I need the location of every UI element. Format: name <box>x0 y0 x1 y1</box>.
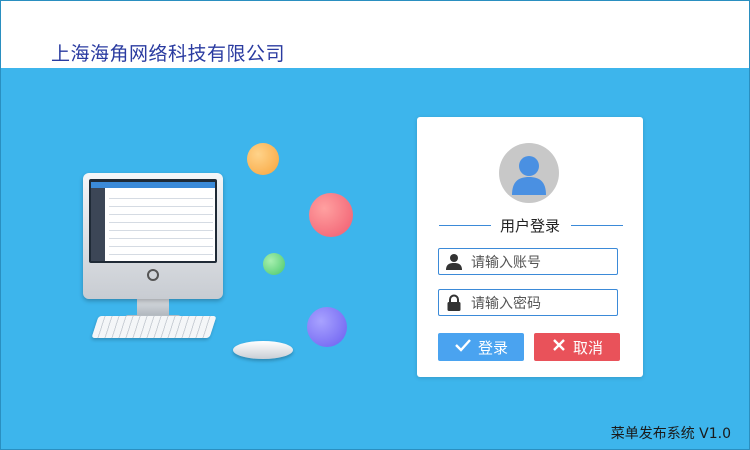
preview-header <box>91 182 215 188</box>
lock-icon <box>445 294 463 312</box>
preview-row <box>109 214 213 215</box>
account-field[interactable] <box>438 248 618 275</box>
preview-row <box>109 206 213 207</box>
company-name: 上海海角网络科技有限公司 <box>51 43 286 65</box>
password-input[interactable] <box>469 292 617 315</box>
computer-illustration <box>81 141 381 371</box>
login-button[interactable]: 登录 <box>438 333 524 361</box>
preview-row <box>109 238 213 239</box>
decorative-green-ball <box>263 253 285 275</box>
preview-row <box>109 230 213 231</box>
decorative-orange-ball <box>247 143 279 175</box>
preview-row <box>109 222 213 223</box>
preview-row <box>109 246 213 247</box>
cancel-button-label: 取消 <box>572 338 603 357</box>
title-divider-right <box>571 225 623 226</box>
monitor-screen <box>89 179 217 263</box>
cancel-button[interactable]: 取消 <box>534 333 620 361</box>
user-avatar-icon <box>499 143 559 203</box>
header-bar: 上海海角网络科技有限公司 <box>1 1 749 68</box>
login-title-row: 用户登录 <box>437 215 623 235</box>
login-button-label: 登录 <box>477 338 508 357</box>
password-field[interactable] <box>438 289 618 316</box>
keyboard <box>91 316 217 338</box>
mouse <box>233 341 293 359</box>
account-input[interactable] <box>469 251 617 274</box>
screen-app-preview <box>91 182 215 261</box>
preview-row <box>109 198 213 199</box>
preview-sidebar <box>91 188 105 261</box>
monitor <box>83 173 223 299</box>
login-panel: 用户登录 请输入账号 登录 取消 <box>417 117 643 377</box>
user-icon <box>445 253 463 271</box>
version-label: 菜单发布系统 V1.0 <box>610 426 731 442</box>
check-icon <box>454 337 472 357</box>
preview-row <box>109 254 213 255</box>
monitor-logo-icon <box>147 269 159 281</box>
decorative-blue-ball <box>307 307 347 347</box>
close-icon <box>551 337 567 357</box>
login-window: 上海海角网络科技有限公司 用户登录 请输入账号 登录 取消 菜单发布系统 V1.… <box>0 0 750 450</box>
decorative-red-ball <box>309 193 353 237</box>
